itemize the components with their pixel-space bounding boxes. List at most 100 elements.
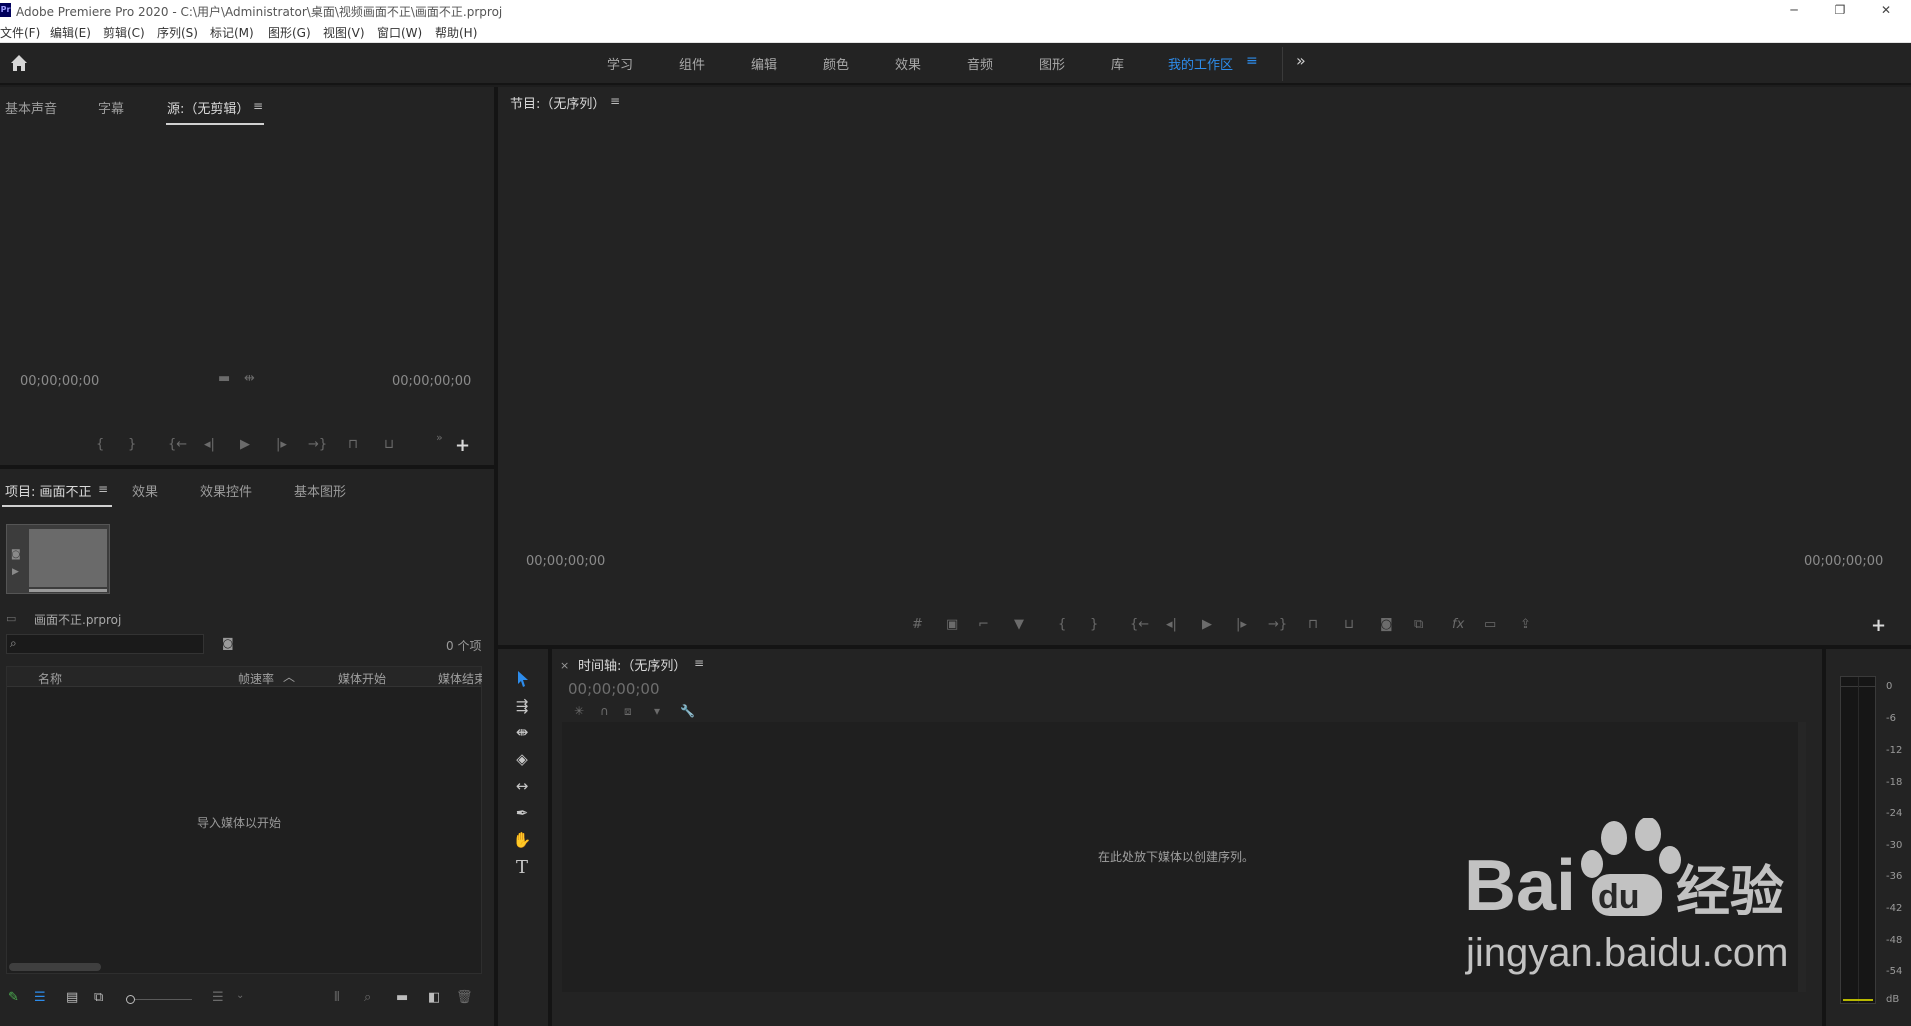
new-item-icon[interactable]: ◧ [428,990,440,1005]
workspace-learn[interactable]: 学习 [607,54,633,73]
home-icon[interactable] [8,52,30,74]
timeline-menu-icon[interactable]: ≡ [694,656,704,670]
pencil-icon[interactable]: ✎ [8,990,19,1005]
menu-markers[interactable]: 标记(M) [210,24,254,41]
more-workspaces-icon[interactable]: » [1296,51,1306,70]
menu-file[interactable]: 文件(F) [0,24,40,41]
timeline-vertical-scrollbar[interactable] [1798,722,1806,992]
workspace-editing[interactable]: 编辑 [751,54,777,73]
mark-in-icon[interactable]: { [96,437,104,452]
zoom-slider[interactable] [130,999,192,1000]
workspace-my-workspace[interactable]: 我的工作区 [1168,54,1233,73]
new-bin-icon[interactable]: ▬ [396,990,408,1005]
program-mark-out-icon[interactable]: } [1090,617,1098,632]
program-panel-menu-icon[interactable]: ≡ [610,94,620,108]
linked-selection-icon[interactable]: ⧈ [624,704,632,719]
share-icon[interactable]: ⇪ [1520,617,1531,632]
menu-sequence[interactable]: 序列(S) [157,24,198,41]
menu-window[interactable]: 窗口(W) [377,24,422,41]
play-icon[interactable]: ▶ [240,437,250,452]
program-extract-icon[interactable]: ⊔ [1344,617,1354,632]
program-go-to-out-icon[interactable]: →} [1268,617,1287,632]
timeline-settings-wrench-icon[interactable]: 🔧 [680,704,695,718]
ripple-edit-tool-icon[interactable]: ⇼ [510,720,534,744]
menu-graphics[interactable]: 图形(G) [268,24,311,41]
pen-tool-icon[interactable]: ✒ [510,801,534,825]
safe-margins-icon[interactable]: ▣ [946,617,958,632]
comparison-view-icon[interactable]: ⧉ [1414,617,1423,632]
workspace-graphics[interactable]: 图形 [1039,54,1065,73]
workspace-effects[interactable]: 效果 [895,54,921,73]
project-list[interactable]: 名称 帧速率 ︿ 媒体开始 媒体结束 导入媒体以开始 [6,666,482,974]
close-button[interactable]: ✕ [1863,0,1909,21]
column-media-end[interactable]: 媒体结束 [438,670,482,687]
sort-icons-icon[interactable]: ☰ [212,990,224,1005]
sort-dropdown-icon[interactable]: ⌄ [236,990,244,1001]
minimize-button[interactable]: ─ [1771,0,1817,21]
thumbnail-scrub-bar[interactable] [29,589,107,592]
drag-video-only-icon[interactable]: ▬ [218,371,230,386]
automate-to-sequence-icon[interactable]: ⦀ [334,990,340,1005]
marker-icon[interactable]: ▼ [1014,617,1024,632]
column-name[interactable]: 名称 [38,670,62,687]
timeline-title[interactable]: 时间轴:（无序列） [578,655,686,674]
selection-tool-icon[interactable] [510,667,534,691]
step-forward-icon[interactable]: |▸ [276,437,287,452]
menu-edit[interactable]: 编辑(E) [50,24,91,41]
column-frame-rate[interactable]: 帧速率 [238,670,274,687]
add-marker-timeline-icon[interactable]: ▾ [654,704,660,718]
source-button-editor-icon[interactable]: + [455,435,470,456]
freeform-view-icon[interactable]: ⧉ [94,990,103,1005]
column-media-start[interactable]: 媒体开始 [338,670,386,687]
proxy-toggle-icon[interactable]: ▭ [1484,617,1496,632]
workspace-libraries[interactable]: 库 [1111,54,1124,73]
icon-view-icon[interactable]: ▤ [66,990,78,1005]
fx-icon[interactable]: fx [1452,617,1464,632]
tab-source[interactable]: 源:（无剪辑） [167,98,249,117]
tab-effect-controls[interactable]: 效果控件 [200,481,252,500]
tab-effects[interactable]: 效果 [132,481,158,500]
nest-toggle-icon[interactable]: ✳ [574,704,584,718]
step-back-icon[interactable]: ◂| [204,437,215,452]
zoom-slider-handle[interactable] [126,995,135,1004]
tab-essential-graphics[interactable]: 基本图形 [294,481,346,500]
sort-ascending-icon[interactable]: ︿ [283,668,295,685]
hand-tool-icon[interactable]: ✋ [510,828,534,852]
clear-icon[interactable]: 🗑 [456,990,473,1005]
go-to-out-icon[interactable]: →} [308,437,327,452]
new-search-bin-icon[interactable]: ◙ [222,636,234,650]
timeline-track-area[interactable]: 在此处放下媒体以创建序列。 [562,722,1798,992]
go-to-in-icon[interactable]: {← [168,437,187,452]
source-timecode-in[interactable]: 00;00;00;00 [20,374,99,389]
project-search-input[interactable]: ⌕ [6,634,204,654]
find-icon[interactable]: ⌕ [364,990,371,1005]
program-panel-title[interactable]: 节目:（无序列） [510,93,605,112]
program-step-back-icon[interactable]: ◂| [1166,617,1177,632]
program-timecode-playhead[interactable]: 00;00;00;00 [526,554,605,569]
type-tool-icon[interactable]: T [510,856,534,880]
menu-view[interactable]: 视图(V) [323,24,365,41]
program-step-forward-icon[interactable]: |▸ [1236,617,1247,632]
track-select-tool-icon[interactable]: ⇶ [510,694,534,718]
razor-tool-icon[interactable]: ◈ [510,747,534,771]
project-panel-menu-icon[interactable]: ≡ [98,482,108,496]
program-lift-icon[interactable]: ⊓ [1308,617,1318,632]
program-button-editor-icon[interactable]: + [1871,615,1886,636]
source-panel-menu-icon[interactable]: ≡ [253,99,263,113]
drag-audio-only-icon[interactable]: ⇹ [244,371,255,386]
mark-out-icon[interactable]: } [128,437,136,452]
tab-captions[interactable]: 字幕 [98,98,124,117]
workspace-audio[interactable]: 音频 [967,54,993,73]
project-thumbnail[interactable]: ◙ ▶ [6,524,110,594]
menu-help[interactable]: 帮助(H) [435,24,477,41]
restore-button[interactable]: ❐ [1817,0,1863,21]
close-timeline-icon[interactable]: × [560,659,569,672]
slip-tool-icon[interactable]: ↔ [510,774,534,798]
program-go-to-in-icon[interactable]: {← [1130,617,1149,632]
lift-icon[interactable]: ⌐ [978,617,989,632]
workspace-assembly[interactable]: 组件 [679,54,705,73]
menu-clip[interactable]: 剪辑(C) [103,24,145,41]
insert-icon[interactable]: ⊓ [348,437,358,452]
tab-project[interactable]: 项目: 画面不正 [5,481,92,500]
workspace-color[interactable]: 颜色 [823,54,849,73]
